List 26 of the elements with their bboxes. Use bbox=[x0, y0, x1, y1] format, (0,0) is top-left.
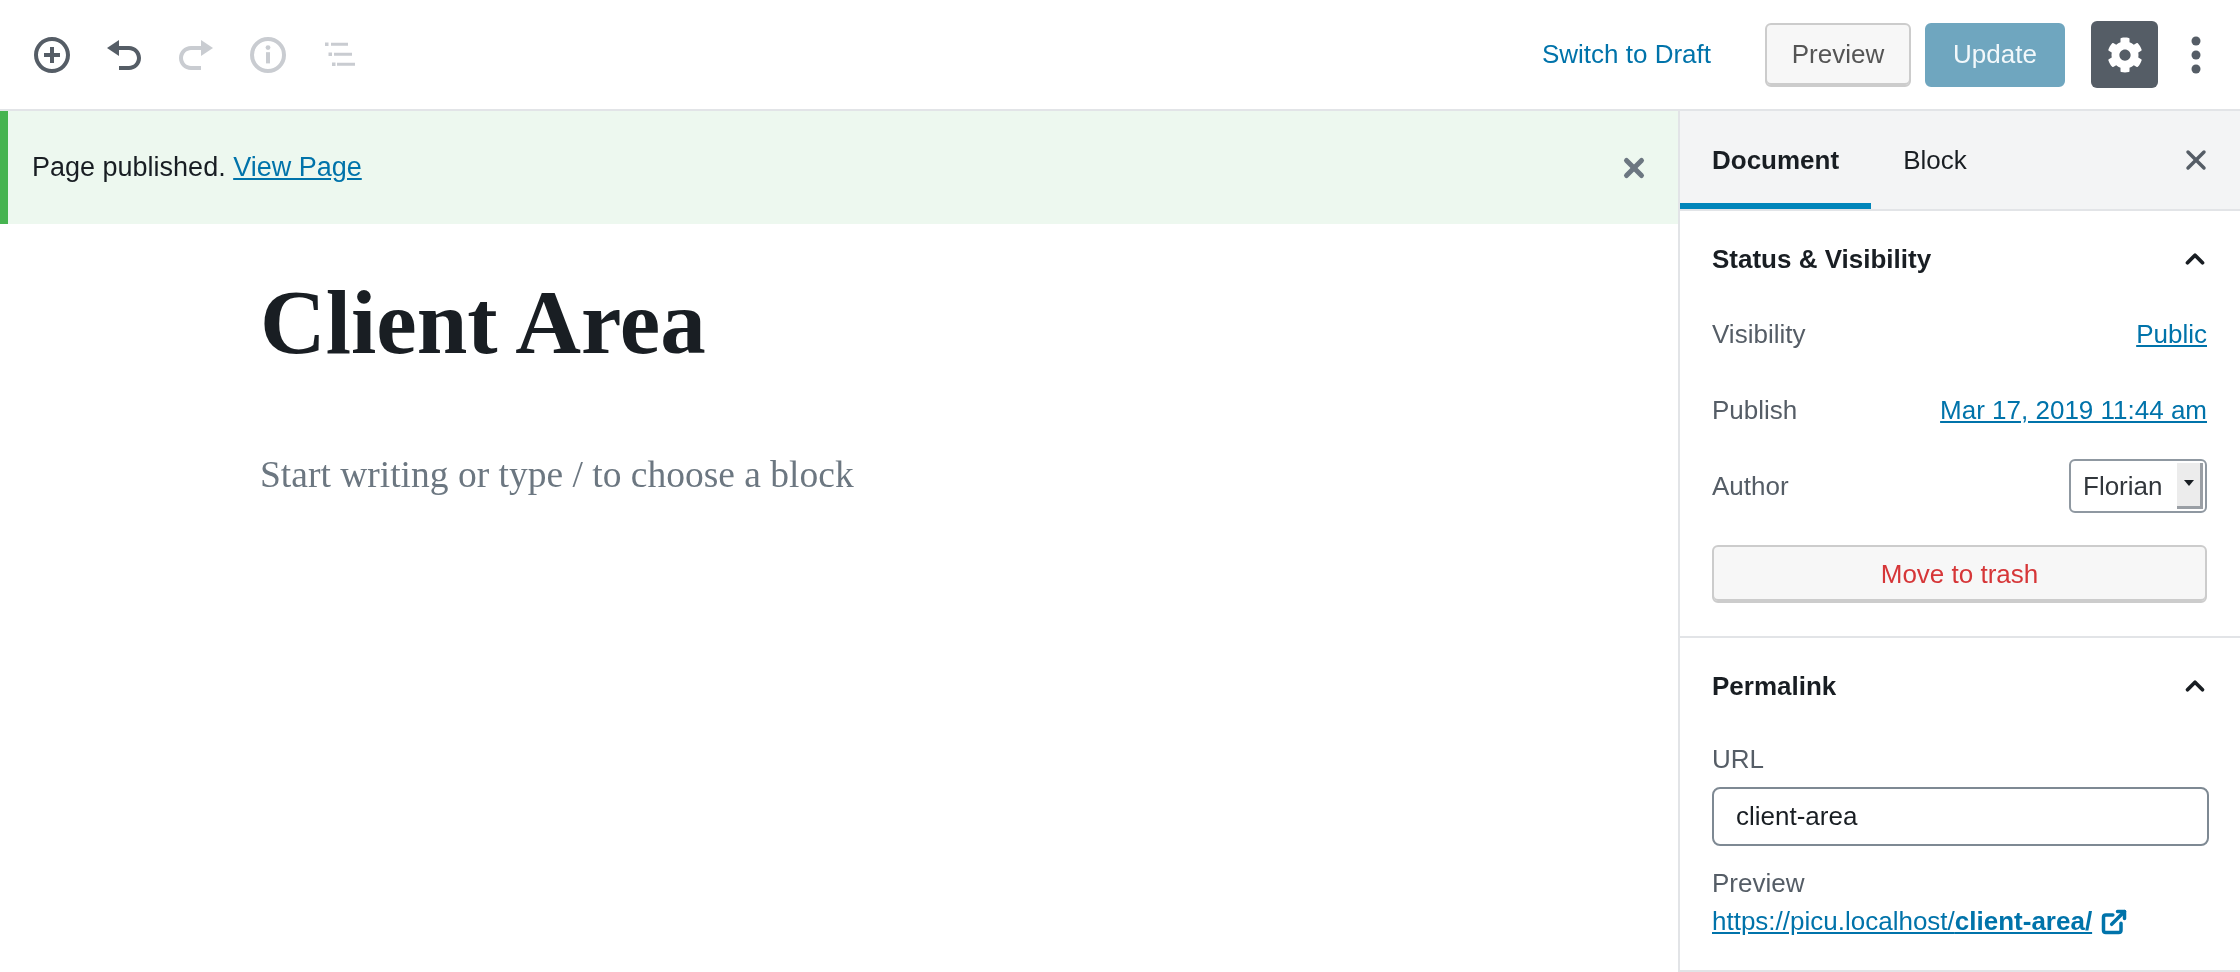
notice-message: Page published. View Page bbox=[32, 152, 362, 183]
post-title[interactable]: Client Area bbox=[260, 268, 706, 378]
view-page-link[interactable]: View Page bbox=[233, 152, 362, 182]
move-to-trash-button[interactable]: Move to trash bbox=[1712, 545, 2207, 603]
url-input-field[interactable]: client-area bbox=[1712, 787, 2209, 846]
sidebar-tab[interactable]: Document bbox=[1680, 111, 1872, 209]
external-link-icon bbox=[2100, 907, 2129, 936]
panel-header-button[interactable]: Status & Visibility bbox=[1680, 211, 2240, 307]
switch-to-draft-link[interactable]: Switch to Draft bbox=[1541, 39, 1711, 70]
url-label: URL bbox=[1712, 744, 1764, 774]
caret-down-icon bbox=[2177, 463, 2203, 509]
block-input-field[interactable]: Start writing or type / to choose a block bbox=[260, 451, 870, 498]
field-label: Visibility bbox=[1712, 318, 1806, 350]
settings-button[interactable] bbox=[2091, 21, 2158, 88]
panel-header-button[interactable]: Permalink bbox=[1680, 638, 2240, 734]
preview-button[interactable]: Preview bbox=[1765, 22, 1911, 87]
preview-label: Preview bbox=[1712, 868, 1805, 898]
field-label: Publish bbox=[1712, 394, 1798, 426]
author-select[interactable]: Florian bbox=[2069, 459, 2207, 513]
settings-icon bbox=[2106, 36, 2143, 73]
sidebar-tab[interactable]: Block bbox=[1871, 111, 1999, 209]
preview-url-link[interactable]: https://picu.localhost/client-area/ bbox=[1712, 906, 2093, 937]
vertical-dots-icon bbox=[2191, 35, 2201, 74]
value-link[interactable]: Public bbox=[2136, 318, 2207, 350]
field-label: Author bbox=[1712, 470, 1789, 502]
value-link[interactable]: Mar 17, 2019 11:44 am bbox=[1940, 394, 2207, 426]
